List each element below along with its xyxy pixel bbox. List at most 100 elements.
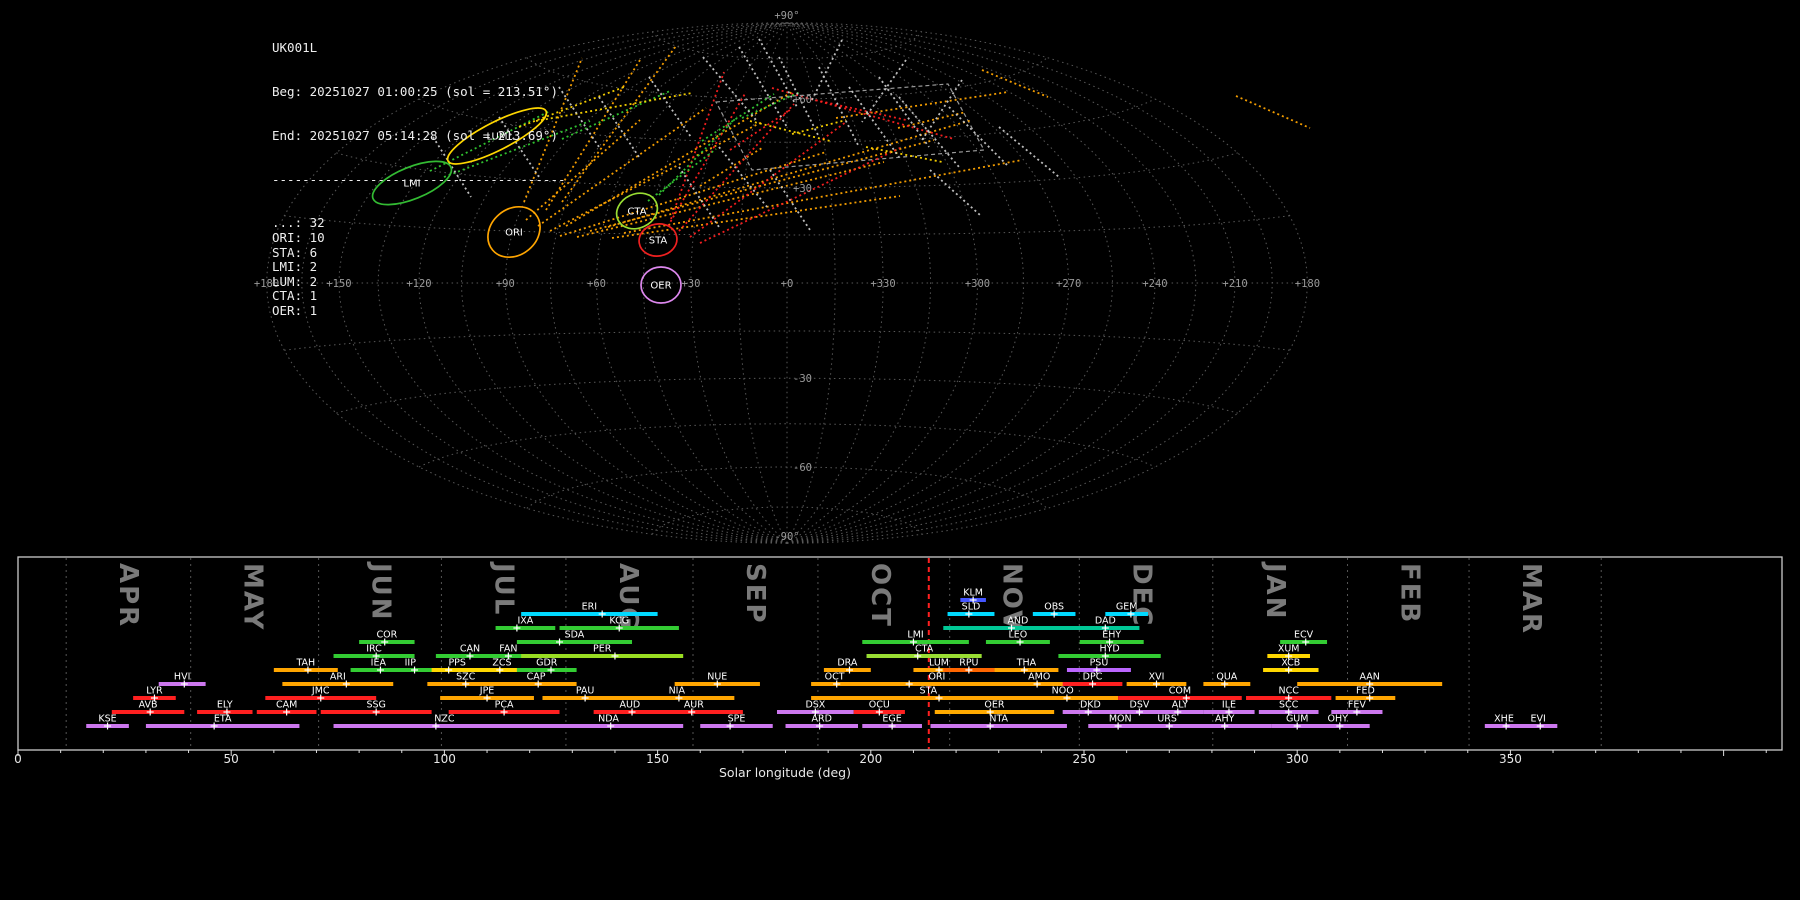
shower-label-ARI: ARI [330,672,346,683]
sky-map-and-timeline-plot: LUMLMIORICTASTAOER+90°-90°+60+30-30-60+1… [14,10,1783,780]
shower-label-NIA: NIA [669,686,686,697]
shower-bar-HYD [1058,654,1161,658]
map-lon-label: +300 [965,278,990,290]
shower-count-row: CTA: 1 [272,288,318,304]
shower-label-NOO: NOO [1052,686,1074,697]
shower-count-row: LMI: 2 [272,259,318,275]
map-lat-label: +30 [793,183,812,195]
month-label-DEC: DEC [1126,563,1156,627]
meteor-trail [835,91,1009,119]
map-lon-label: +60 [587,278,606,290]
shower-label-AUD: AUD [619,700,640,711]
shower-count-list: ...: 32 ORI: 10 STA: 6 LMI: 2 LUM: 2 CTA: 1 OE… [272,216,566,318]
shower-label-XCB: XCB [1281,658,1300,669]
shower-label-PER: PER [593,644,612,655]
month-label-MAR: MAR [1516,563,1546,635]
map-lon-label: +30 [681,278,700,290]
shower-label-ETA: ETA [214,714,232,725]
graticule-meridian [786,22,1273,544]
graticule-parallel [651,31,923,60]
observation-info-panel: UK001L Beg: 20251027 01:00:25 (sol = 213… [272,12,566,348]
axis-tick-label: 200 [859,752,882,766]
shower-label-ZCS: ZCS [492,658,511,669]
shower-label-PSU: PSU [1090,658,1109,669]
meteor-trail [1235,95,1311,129]
map-lon-label: +210 [1222,278,1247,290]
shower-bar-IIP [384,668,436,672]
axis-title: Solar longitude (deg) [719,765,851,780]
shower-label-OHY: OHY [1327,714,1348,725]
meteor-trail [791,119,847,135]
shower-label-SLD: SLD [962,602,981,613]
map-pole-label-top: +90° [774,10,799,22]
shower-label-MON: MON [1109,714,1132,725]
shower-label-IRC: IRC [366,644,382,655]
meteor-trail [981,69,1049,98]
shower-label-THA: THA [1016,658,1037,669]
shower-label-PPS: PPS [448,658,466,669]
map-lon-label: +330 [870,278,895,290]
graticule-meridian [786,22,1197,544]
shower-count-row: ...: 32 [272,215,325,231]
shower-label-LEO: LEO [1009,630,1028,641]
observation-begin: Beg: 20251027 01:00:25 (sol = 213.51°) [272,83,558,99]
meteor-trail [559,151,827,237]
shower-label-NDA: NDA [598,714,619,725]
shower-count-row: LUM: 2 [272,273,318,289]
month-label-FEB: FEB [1395,563,1425,624]
meteor-trail [561,45,677,203]
map-lon-label: +240 [1142,278,1167,290]
month-label-JUN: JUN [366,561,396,622]
month-label-APR: APR [113,563,143,628]
shower-label-TAH: TAH [295,658,315,669]
meteor-observation-screen: LUM LMI ORI CTA STA OER +90° -90° +60 +30 -30 -60 +1… [0,0,1800,900]
meteor-trail [648,76,692,138]
shower-bar-ETA [145,724,300,728]
shower-label-CAP: CAP [527,672,546,683]
shower-bar-ERI [521,612,658,616]
map-lon-label: +270 [1056,278,1081,290]
map-lon-label: +0 [781,278,794,290]
map-lat-label: -30 [793,373,812,385]
graticule-parallel [418,423,1156,468]
map-lat-label: +60 [793,94,812,106]
radiant-label-STA: STA [649,236,668,247]
radiant-label-CTA: CTA [627,207,646,218]
shower-bar-ARI [282,682,394,686]
shower-label-XHE: XHE [1494,714,1514,725]
shower-label-AUR: AUR [684,700,704,711]
shower-bar-NZC [333,724,556,728]
meteor-trail [749,120,831,142]
shower-label-EVI: EVI [1530,714,1545,725]
shower-label-ARD: ARD [812,714,832,725]
shower-label-ECV: ECV [1294,630,1314,641]
meteor-trail [811,39,843,101]
shower-label-URS: URS [1157,714,1177,725]
month-label-MAY: MAY [238,563,268,631]
axis-tick-label: 150 [646,752,669,766]
axis-tick-label: 100 [433,752,456,766]
shower-label-DRA: DRA [837,658,858,669]
month-label-JUL: JUL [488,561,518,616]
shower-label-COR: COR [376,630,397,641]
map-lat-label: -60 [793,462,812,474]
shower-label-COM: COM [1169,686,1191,697]
shower-label-SDA: SDA [565,630,585,641]
shower-label-FED: FED [1356,686,1375,697]
shower-label-IEA: IEA [371,658,387,669]
shower-label-GDR: GDR [536,658,558,669]
shower-label-LMI: LMI [907,630,923,641]
map-pole-label-bottom: -90° [774,531,799,543]
shower-bar-SDA [516,640,633,644]
shower-count-row: STA: 6 [272,244,318,260]
month-label-JAN: JAN [1260,561,1290,621]
meteor-trail [861,59,907,123]
station-id: UK001L [272,40,318,56]
shower-label-OER: OER [984,700,1004,711]
observation-end: End: 20251027 05:14:28 (sol = 213.69°) [272,127,558,143]
axis-tick-label: 300 [1286,752,1309,766]
meteor-trail [998,126,1060,178]
axis-tick-label: 50 [224,752,239,766]
meteor-trail [948,106,1010,168]
shower-label-EHY: EHY [1102,630,1121,641]
